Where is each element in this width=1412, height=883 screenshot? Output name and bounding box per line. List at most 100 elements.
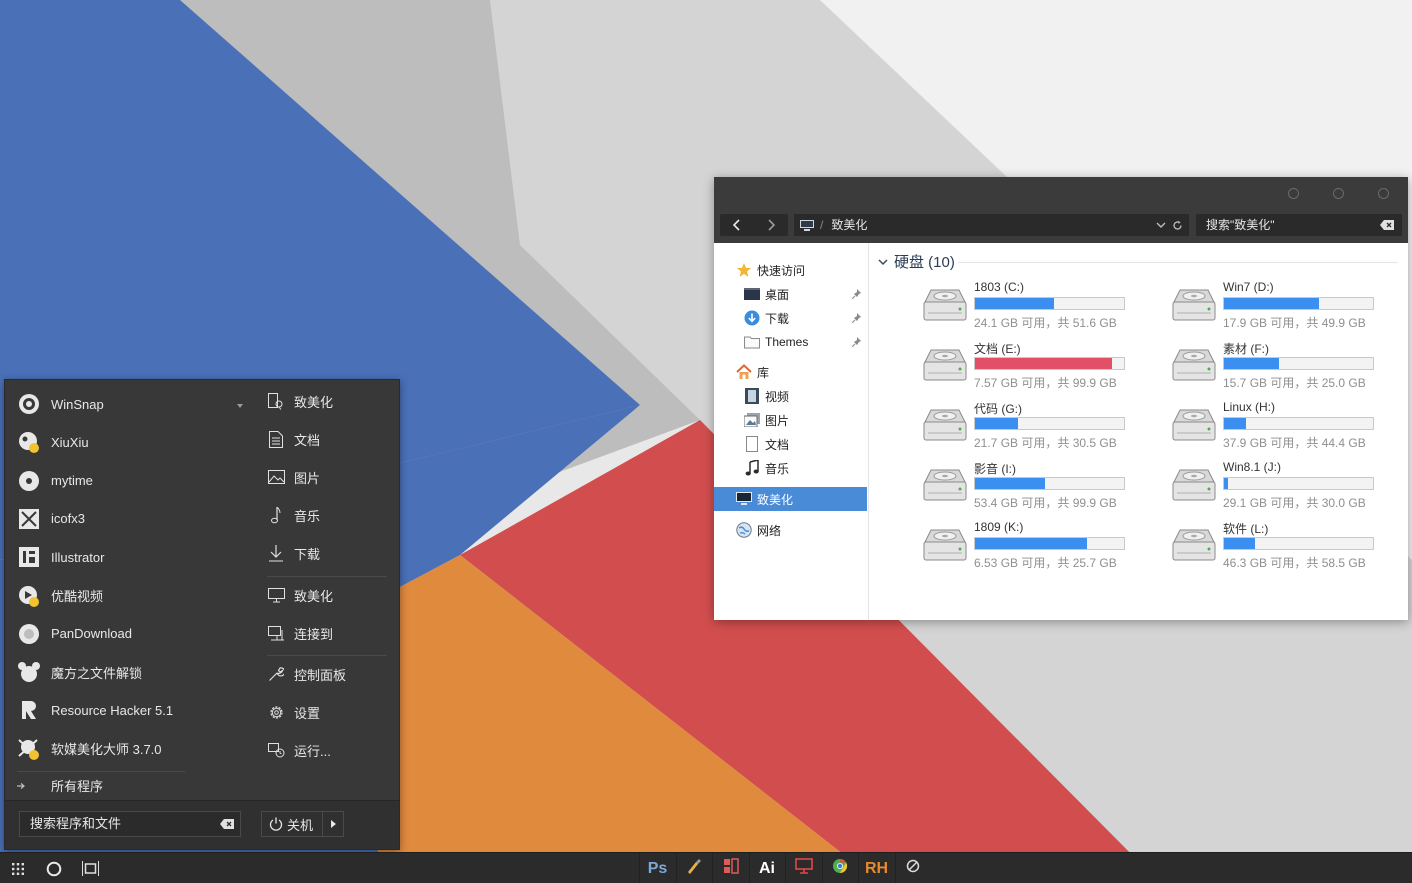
mofang-icon xyxy=(17,660,41,684)
drive-item[interactable]: 1809 (K:) 6.53 GB 可用，共 25.7 GB xyxy=(922,520,1152,570)
program-item[interactable]: Illustrator xyxy=(17,542,104,572)
start-button[interactable] xyxy=(4,853,32,883)
program-item[interactable]: mytime xyxy=(17,466,93,496)
hard-drive-icon xyxy=(922,528,968,562)
drive-usage-fill xyxy=(975,478,1045,489)
sidebar-item-music[interactable]: 音乐 xyxy=(744,457,789,479)
sidebar-item-downloads[interactable]: 下载 xyxy=(744,307,866,329)
drive-item[interactable]: 1803 (C:) 24.1 GB 可用，共 51.6 GB xyxy=(922,280,1152,330)
drive-item[interactable]: 代码 (G:) 21.7 GB 可用，共 30.5 GB xyxy=(922,400,1152,450)
shutdown-button[interactable]: 关机 xyxy=(261,811,323,837)
program-item[interactable]: 魔方之文件解锁 xyxy=(17,657,142,687)
monitor-app-icon xyxy=(794,858,813,879)
group-title: 硬盘 (10) xyxy=(894,254,955,271)
sidebar-item-documents[interactable]: 文档 xyxy=(744,433,789,455)
drive-item[interactable]: 素材 (F:) 15.7 GB 可用，共 25.0 GB xyxy=(1171,340,1401,390)
drive-usage-bar xyxy=(1223,477,1374,490)
program-item[interactable]: 优酷视频 xyxy=(17,581,103,611)
forward-button[interactable] xyxy=(754,214,788,236)
taskbar-app-chrome-icon[interactable] xyxy=(821,853,858,883)
place-settings[interactable]: 设置 xyxy=(267,698,320,726)
clear-search-icon[interactable] xyxy=(1380,220,1394,230)
search-box[interactable]: 搜索"致美化" xyxy=(1196,214,1402,236)
cortana-circle-icon xyxy=(46,861,62,876)
program-item[interactable]: PanDownload xyxy=(17,619,132,649)
chevron-down-icon[interactable] xyxy=(1156,222,1166,228)
resource-hacker-icon: RH xyxy=(864,859,889,877)
program-label: Illustrator xyxy=(51,549,105,565)
navigation-buttons xyxy=(720,214,788,236)
drive-name: Win8.1 (J:) xyxy=(1223,460,1282,474)
sidebar-item-videos[interactable]: 视频 xyxy=(744,385,789,407)
all-programs-label: 所有程序 xyxy=(51,779,104,794)
program-item[interactable]: icofx3 xyxy=(17,504,85,534)
mytime-icon xyxy=(17,469,41,493)
pin-icon[interactable] xyxy=(852,337,862,347)
file-explorer-window: / 致美化 搜索"致美化" 快速访问 桌面 下载 Themes 库 视频 图片 … xyxy=(714,177,1408,620)
program-item[interactable]: Resource Hacker 5.1 xyxy=(17,695,173,725)
photoshop-icon: Ps xyxy=(647,859,668,877)
maximize-button[interactable] xyxy=(1333,188,1344,199)
program-item[interactable]: XiuXiu xyxy=(17,427,89,457)
place-control-panel[interactable]: 控制面板 xyxy=(267,660,346,688)
hard-drive-icon xyxy=(922,348,968,382)
place-music[interactable]: 音乐 xyxy=(267,501,320,529)
taskbar-app-monitor-app-icon[interactable] xyxy=(785,853,821,883)
drive-item[interactable]: 文档 (E:) 7.57 GB 可用，共 99.9 GB xyxy=(922,340,1152,390)
taskbar-app-pen-tool-icon[interactable] xyxy=(675,853,712,883)
hard-drive-icon xyxy=(1171,408,1217,442)
sidebar-item-themes[interactable]: Themes xyxy=(744,331,866,353)
download-icon xyxy=(744,310,760,326)
sidebar-quick-access[interactable]: 快速访问 xyxy=(736,259,805,281)
program-item[interactable]: WinSnap xyxy=(17,389,104,419)
place-documents[interactable]: 文档 xyxy=(267,425,320,453)
pin-icon[interactable] xyxy=(852,313,862,323)
places-divider xyxy=(267,655,387,656)
pandownload-icon xyxy=(17,622,41,646)
drive-item[interactable]: 软件 (L:) 46.3 GB 可用，共 58.5 GB xyxy=(1171,520,1401,570)
sidebar-item-this-pc[interactable]: 致美化 xyxy=(736,488,793,510)
task-view-button[interactable] xyxy=(76,853,104,883)
cortana-button[interactable] xyxy=(40,853,68,883)
place-downloads[interactable]: 下载 xyxy=(267,539,320,567)
drive-item[interactable]: Linux (H:) 37.9 GB 可用，共 44.4 GB xyxy=(1171,400,1401,450)
refresh-icon[interactable] xyxy=(1172,220,1183,231)
address-bar[interactable]: / 致美化 xyxy=(794,214,1189,236)
shutdown-options-button[interactable] xyxy=(322,811,344,837)
clear-search-icon[interactable] xyxy=(220,819,234,829)
start-search-input[interactable]: 搜索程序和文件 xyxy=(19,811,241,837)
drive-usage-bar xyxy=(1223,297,1374,310)
place-connect-to[interactable]: 连接到 xyxy=(267,619,333,647)
drive-name: Win7 (D:) xyxy=(1223,280,1274,294)
drive-item[interactable]: Win7 (D:) 17.9 GB 可用，共 49.9 GB xyxy=(1171,280,1401,330)
taskbar-app-illustrator-icon[interactable]: Ai xyxy=(748,853,785,883)
drive-item[interactable]: 影音 (I:) 53.4 GB 可用，共 99.9 GB xyxy=(922,460,1152,510)
drive-item[interactable]: Win8.1 (J:) 29.1 GB 可用，共 30.0 GB xyxy=(1171,460,1401,510)
drive-usage-bar xyxy=(974,417,1125,430)
all-programs-button[interactable]: 所有程序 xyxy=(17,776,103,795)
sidebar-label: Themes xyxy=(765,335,809,349)
sidebar-item-network[interactable]: 网络 xyxy=(736,519,781,541)
sidebar-item-desktop[interactable]: 桌面 xyxy=(744,283,866,305)
minimize-button[interactable] xyxy=(1288,188,1299,199)
back-button[interactable] xyxy=(720,214,754,236)
program-item[interactable]: 软媒美化大师 3.7.0 xyxy=(17,734,162,764)
taskbar-app-settings-app-icon[interactable] xyxy=(894,853,931,883)
place-pictures[interactable]: 图片 xyxy=(267,463,320,491)
sidebar-item-pictures[interactable]: 图片 xyxy=(744,409,789,431)
taskbar-app-layout-app-icon[interactable] xyxy=(712,853,748,883)
place-run[interactable]: 运行... xyxy=(267,736,331,764)
taskbar-app-photoshop-icon[interactable]: Ps xyxy=(639,853,675,883)
pen-tool-icon xyxy=(686,858,702,879)
video-icon xyxy=(744,388,760,404)
place-label: 控制面板 xyxy=(294,667,347,683)
pin-icon[interactable] xyxy=(852,289,862,299)
place-user-folder[interactable]: 致美化 xyxy=(267,387,333,415)
close-button[interactable] xyxy=(1378,188,1389,199)
group-header[interactable]: 硬盘 (10) xyxy=(878,251,955,272)
sidebar-item-library[interactable]: 库 xyxy=(736,361,769,383)
taskbar-app-resource-hacker-icon[interactable]: RH xyxy=(858,853,894,883)
computer-icon xyxy=(267,586,285,604)
place-computer[interactable]: 致美化 xyxy=(267,581,333,609)
sidebar-label: 下载 xyxy=(765,311,790,326)
